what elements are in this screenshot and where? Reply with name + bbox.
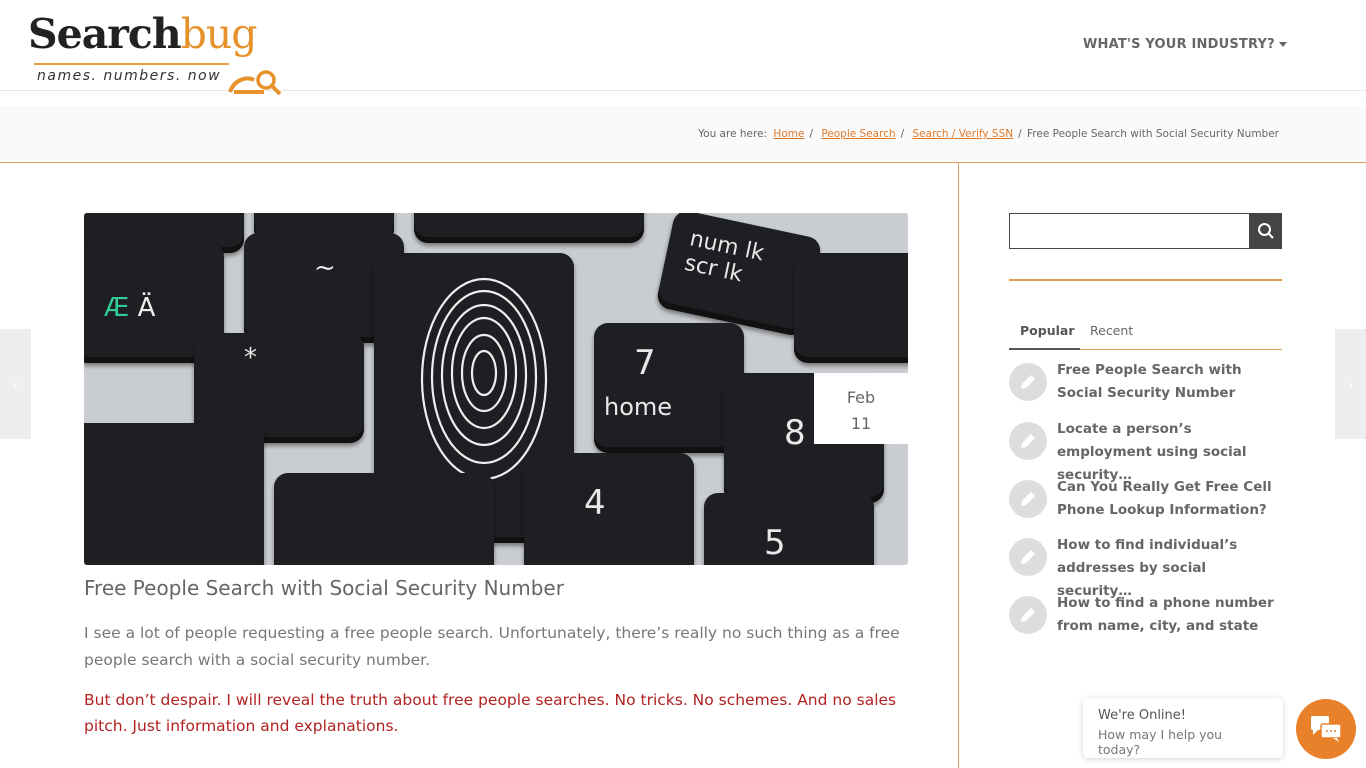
- key-label: 5: [764, 523, 786, 563]
- keyboard-key: [274, 473, 494, 565]
- logo-text: Searchbug: [28, 10, 258, 58]
- popular-post-link[interactable]: How to find a phone number from name, ci…: [1057, 592, 1282, 638]
- sidebar-divider: [958, 163, 959, 768]
- tab-popular[interactable]: Popular: [1009, 323, 1080, 350]
- search-input[interactable]: [1010, 214, 1248, 248]
- magnifier-logo-icon: [228, 70, 282, 96]
- post-title[interactable]: Free People Search with Social Security …: [84, 576, 564, 600]
- chat-subtitle: How may I help you today?: [1098, 727, 1223, 757]
- search-icon: [1257, 223, 1274, 239]
- key-label: *: [244, 343, 257, 373]
- key-label: 4: [584, 483, 606, 523]
- breadcrumb-current: Free People Search with Social Security …: [1027, 128, 1279, 140]
- sidebar-search: [1009, 213, 1282, 249]
- chevron-left-icon: ‹: [12, 374, 19, 394]
- breadcrumb-people-search[interactable]: People Search: [821, 128, 895, 140]
- next-post-arrow[interactable]: ›: [1335, 329, 1366, 439]
- chat-greeting-bubble[interactable]: We're Online! How may I help you today?: [1083, 698, 1283, 758]
- post-highlight-paragraph: But don’t despair. I will reveal the tru…: [84, 691, 897, 735]
- keyboard-key: [84, 423, 264, 565]
- logo-tagline: names. numbers. now: [37, 68, 222, 84]
- key-label: Æ: [104, 293, 130, 323]
- breadcrumb: You are here: Home / People Search / Searc…: [698, 128, 1279, 140]
- pencil-icon: [1009, 422, 1047, 460]
- key-label: home: [604, 393, 673, 421]
- breadcrumb-bar: You are here: Home / People Search / Searc…: [0, 106, 1366, 163]
- popular-post-link[interactable]: Free People Search with Social Security …: [1057, 359, 1282, 405]
- logo-underline: [34, 63, 229, 65]
- chevron-right-icon: ›: [1347, 374, 1354, 394]
- keyboard-key: 7 home: [594, 323, 744, 453]
- search-button[interactable]: [1249, 213, 1282, 249]
- pencil-icon: [1009, 480, 1047, 518]
- key-label: Ä: [137, 293, 156, 323]
- keyboard-key: 4: [524, 453, 694, 565]
- popular-post-item[interactable]: How to find individual’s addresses by so…: [1009, 534, 1289, 599]
- industry-menu[interactable]: WHAT'S YOUR INDUSTRY?: [1083, 37, 1287, 52]
- breadcrumb-prefix: You are here:: [698, 128, 768, 140]
- chat-bubbles-icon: [1311, 716, 1342, 742]
- chat-launcher-button[interactable]: [1296, 699, 1356, 759]
- popular-post-item[interactable]: Locate a person’s employment using socia…: [1009, 418, 1289, 483]
- breadcrumb-separator: /: [900, 128, 905, 140]
- popular-post-item[interactable]: Free People Search with Social Security …: [1009, 359, 1289, 409]
- popular-post-item[interactable]: How to find a phone number from name, ci…: [1009, 592, 1289, 642]
- breadcrumb-separator: /: [1018, 128, 1022, 140]
- breadcrumb-verify-ssn[interactable]: Search / Verify SSN: [913, 128, 1014, 140]
- post-date-badge: Feb 11: [814, 373, 908, 444]
- post-paragraph: I see a lot of people requesting a free …: [84, 624, 900, 669]
- logo-main: Search: [28, 10, 182, 58]
- breadcrumb-home[interactable]: Home: [773, 128, 804, 140]
- post-featured-image[interactable]: num lk scr lk ~ Æ Ä * 7 home 8 4 5: [84, 213, 908, 565]
- keyboard-key: 5: [704, 493, 874, 565]
- post-date-day: 11: [850, 414, 872, 433]
- prev-post-arrow[interactable]: ‹: [0, 329, 31, 439]
- pencil-icon: [1009, 596, 1047, 634]
- sidebar-tabs: Popular Recent: [1009, 320, 1282, 350]
- post-date-month: Feb: [846, 388, 876, 407]
- popular-post-link[interactable]: Can You Really Get Free Cell Phone Looku…: [1057, 476, 1282, 522]
- pencil-icon: [1009, 538, 1047, 576]
- key-label: 7: [634, 343, 656, 383]
- popular-post-item[interactable]: Can You Really Get Free Cell Phone Looku…: [1009, 476, 1289, 526]
- keyboard-key: [794, 253, 908, 363]
- pencil-icon: [1009, 363, 1047, 401]
- chat-title: We're Online!: [1098, 708, 1186, 723]
- sidebar-separator: [1009, 279, 1282, 281]
- keyboard-key: [414, 213, 644, 243]
- searchbug-logo[interactable]: Searchbug names. numbers. now: [28, 10, 290, 96]
- site-header: Searchbug names. numbers. now WHAT'S YOU…: [0, 0, 1366, 96]
- breadcrumb-separator: /: [809, 128, 813, 140]
- tab-recent[interactable]: Recent: [1090, 323, 1133, 338]
